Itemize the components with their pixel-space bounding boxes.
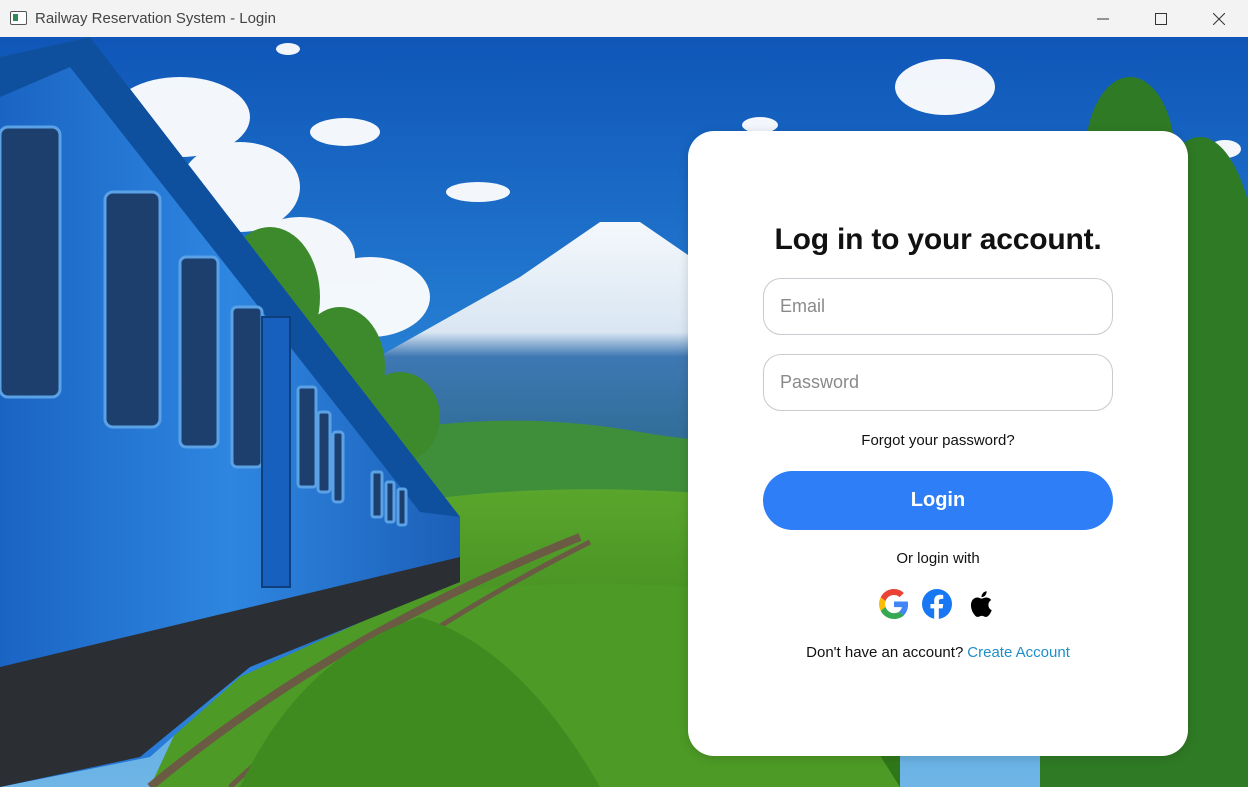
- forgot-password-link[interactable]: Forgot your password?: [688, 432, 1188, 449]
- login-button[interactable]: Login: [763, 471, 1113, 530]
- apple-icon: [970, 591, 992, 617]
- create-account-link[interactable]: Create Account: [967, 644, 1070, 661]
- minimize-icon: [1097, 18, 1109, 19]
- login-heading: Log in to your account.: [774, 223, 1102, 256]
- minimize-button[interactable]: [1074, 0, 1132, 37]
- window-titlebar: Railway Reservation System - Login: [0, 0, 1248, 37]
- apple-login-button[interactable]: [964, 588, 996, 620]
- facebook-icon: [922, 589, 952, 619]
- app-icon: [10, 11, 27, 25]
- email-input[interactable]: [763, 278, 1113, 335]
- maximize-icon: [1155, 12, 1167, 25]
- close-icon: [1213, 12, 1225, 25]
- google-icon: [879, 589, 909, 619]
- no-account-text: Don't have an account?: [806, 644, 964, 661]
- window-title: Railway Reservation System - Login: [35, 10, 276, 27]
- or-login-with-label: Or login with: [896, 550, 980, 567]
- password-input[interactable]: [763, 354, 1113, 411]
- signup-row: Don't have an account? Create Account: [688, 644, 1188, 661]
- google-login-button[interactable]: [878, 588, 910, 620]
- maximize-button[interactable]: [1132, 0, 1190, 37]
- login-card: Log in to your account. Forgot your pass…: [688, 131, 1188, 756]
- facebook-login-button[interactable]: [921, 588, 953, 620]
- close-button[interactable]: [1190, 0, 1248, 37]
